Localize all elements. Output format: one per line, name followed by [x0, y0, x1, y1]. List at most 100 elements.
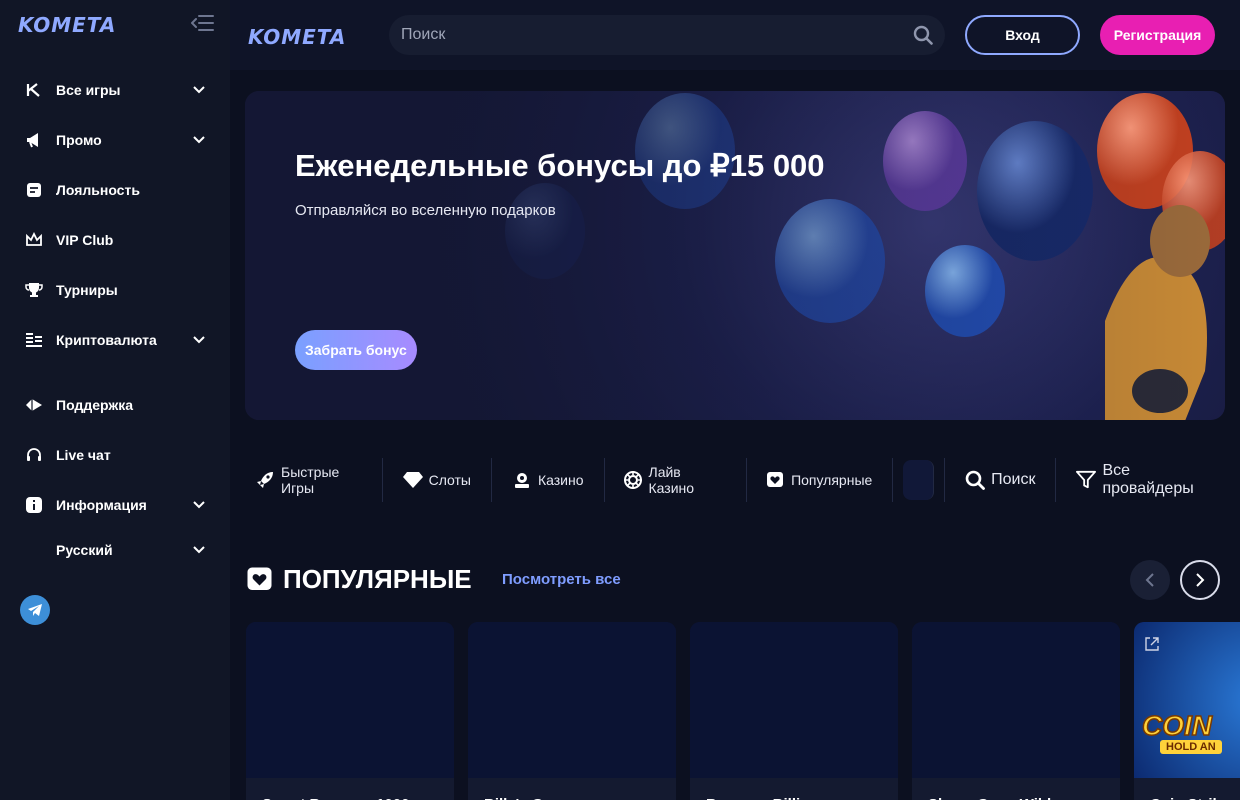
sidebar-item-label: Поддержка [56, 397, 134, 413]
diamond-icon [402, 470, 423, 490]
sidebar-logo[interactable]: KOMETA [18, 13, 116, 37]
sidebar-item-crypto[interactable]: Криптовалюта [24, 325, 206, 355]
sidebar-item-label: VIP Club [56, 232, 114, 248]
sidebar-item-label: Информация [56, 497, 147, 513]
tab-label: Быстрые Игры [281, 464, 340, 496]
tab-fast-games[interactable]: Быстрые Игры [245, 458, 383, 502]
sidebar-item-label: Лояльность [56, 182, 140, 198]
login-button[interactable]: Вход [965, 15, 1080, 55]
tab-label: Казино [537, 472, 584, 488]
info-icon [24, 495, 44, 515]
crown-icon [24, 230, 44, 250]
chevron-down-icon[interactable] [192, 83, 206, 97]
game-card[interactable]: COIN HOLD AN Coin Strike [1134, 622, 1240, 800]
register-button[interactable]: Регистрация [1100, 15, 1215, 55]
tab-search[interactable]: Поиск [944, 458, 1057, 502]
sidebar-item-support[interactable]: Поддержка [24, 390, 206, 420]
collapse-sidebar-icon[interactable] [190, 14, 215, 32]
rocket-icon [255, 470, 275, 490]
header: KOMETA Вход Регистрация [230, 0, 1240, 70]
loyalty-icon [24, 180, 44, 200]
chevron-right-icon [1196, 573, 1205, 587]
game-card[interactable]: Billy's Game [468, 622, 676, 800]
language-spacer [24, 540, 44, 560]
view-all-link[interactable]: Посмотреть все [502, 571, 621, 588]
game-title: Coin Strike [1134, 778, 1240, 800]
sidebar-item-loyalty[interactable]: Лояльность [24, 175, 206, 205]
chevron-down-icon[interactable] [192, 543, 206, 557]
chevron-left-icon [1145, 573, 1154, 587]
game-thumbnail [912, 622, 1120, 778]
banner-balloons-image [245, 91, 1225, 420]
tab-label: Лайв Казино [648, 464, 695, 496]
search-bar[interactable] [389, 15, 945, 55]
game-thumbnail [246, 622, 454, 778]
sidebar-item-info[interactable]: Информация [24, 490, 206, 520]
search-input[interactable] [401, 26, 891, 44]
tab-casino[interactable]: Казино [492, 458, 605, 502]
game-card[interactable]: Sheep Gone Wild [912, 622, 1120, 800]
game-thumbnail: COIN HOLD AN [1134, 622, 1240, 778]
heart-icon [765, 470, 785, 490]
sidebar-item-label: Все игры [56, 82, 121, 98]
game-title: Bonanza Billion [690, 778, 898, 800]
sidebar-item-label: Промо [56, 132, 102, 148]
chevron-down-icon[interactable] [192, 333, 206, 347]
promo-banner[interactable]: Еженедельные бонусы до ₽15 000 Отправляй… [245, 91, 1225, 420]
support-icon [24, 395, 44, 415]
language-selector[interactable]: Русский [24, 535, 206, 565]
game-title: Sheep Gone Wild [912, 778, 1120, 800]
sidebar-item-tournaments[interactable]: Турниры [24, 275, 206, 305]
game-card[interactable]: Bonanza Billion [690, 622, 898, 800]
search-icon[interactable] [913, 25, 933, 45]
carousel-next-button[interactable] [1180, 560, 1220, 600]
heart-icon [246, 566, 273, 593]
telegram-icon[interactable] [20, 595, 50, 625]
search-icon [965, 470, 986, 490]
sidebar-item-label: Турниры [56, 282, 118, 298]
banner-subtitle: Отправляйся во вселенную подарков [295, 202, 556, 219]
sidebar-item-label: Криптовалюта [56, 332, 157, 348]
tab-label: Все провайдеры [1102, 462, 1194, 497]
sidebar-item-all-games[interactable]: Все игры [24, 75, 206, 105]
sidebar-item-vip-club[interactable]: VIP Club [24, 225, 206, 255]
trophy-icon [24, 280, 44, 300]
chevron-down-icon[interactable] [192, 133, 206, 147]
claim-bonus-button[interactable]: Забрать бонус [295, 330, 417, 370]
sidebar-item-promo[interactable]: Промо [24, 125, 206, 155]
banner-title: Еженедельные бонусы до ₽15 000 [295, 148, 825, 183]
sidebar: KOMETA Все игры Промо Лояльность VIP Clu… [0, 0, 230, 800]
tab-label: Популярные [791, 472, 873, 488]
tab-live-casino[interactable]: Лайв Казино [605, 458, 748, 502]
game-card[interactable]: Sweet Bonanza 1000 [246, 622, 454, 800]
header-logo[interactable]: KOMETA [248, 25, 346, 49]
game-thumbnail [468, 622, 676, 778]
tab-all-providers[interactable]: Все провайдеры [1056, 458, 1240, 502]
filter-icon [1076, 470, 1097, 490]
tab-label: Поиск [991, 471, 1036, 488]
game-title: Sweet Bonanza 1000 [246, 778, 454, 800]
kometa-k-icon [24, 80, 44, 100]
casino-icon [512, 470, 532, 490]
chevron-down-icon[interactable] [192, 498, 206, 512]
game-thumbnail [690, 622, 898, 778]
carousel-prev-button[interactable] [1130, 560, 1170, 600]
chip-icon [623, 470, 643, 490]
headset-icon [24, 445, 44, 465]
game-thumb-title: COIN [1141, 709, 1213, 742]
tab-popular[interactable]: Популярные [747, 458, 894, 502]
sidebar-item-label: Live чат [56, 447, 111, 463]
external-link-icon[interactable] [1144, 636, 1160, 652]
game-title: Billy's Game [468, 778, 676, 800]
sidebar-item-live-chat[interactable]: Live чат [24, 440, 206, 470]
tab-placeholder[interactable] [903, 460, 935, 500]
game-thumb-subtitle: HOLD AN [1160, 740, 1222, 754]
section-title: ПОПУЛЯРНЫЕ [283, 564, 472, 594]
crypto-icon [24, 330, 44, 350]
category-bar: Быстрые Игры Слоты Казино Лайв Казино По… [245, 458, 1240, 502]
language-label: Русский [56, 542, 113, 558]
tab-slots[interactable]: Слоты [383, 458, 492, 502]
tab-label: Слоты [428, 472, 471, 488]
popular-games-carousel: Sweet Bonanza 1000 Billy's Game Bonanza … [246, 622, 1240, 800]
megaphone-icon [24, 130, 44, 150]
